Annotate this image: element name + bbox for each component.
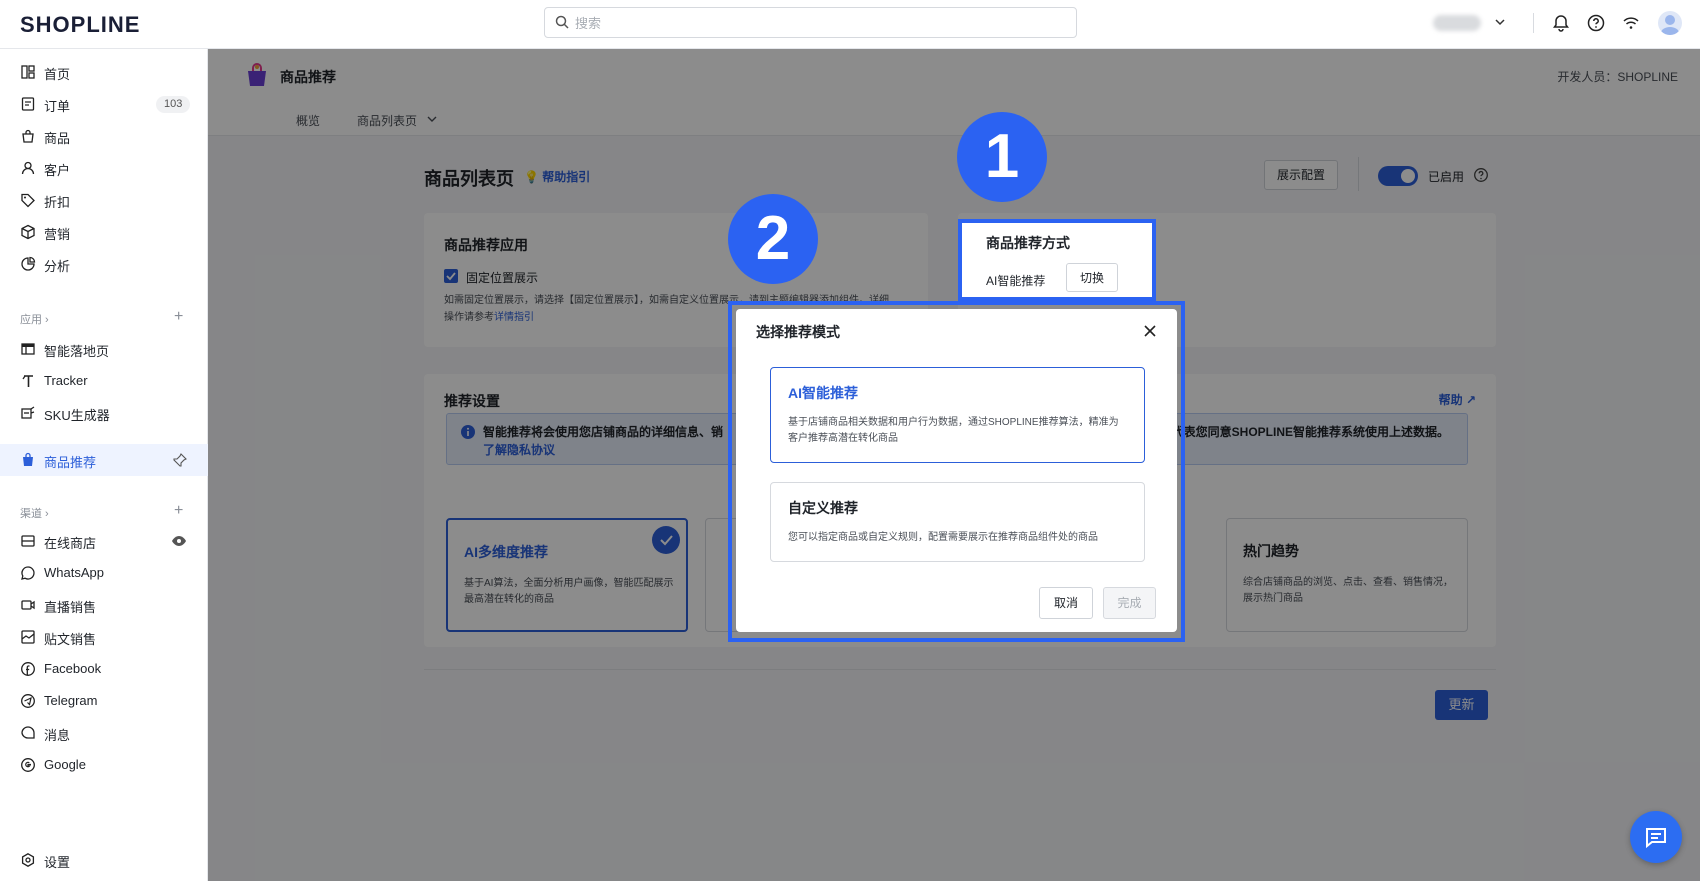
sidebar-item-live-sales[interactable]: 直播销售 [0,590,208,620]
sidebar-item-telegram[interactable]: Telegram [0,686,208,716]
sidebar-item-label: 分析 [44,259,71,274]
sidebar-item-google[interactable]: Google [0,750,208,780]
sidebar-item-products[interactable]: 商品 [0,121,208,151]
tag-icon [21,193,35,208]
user-avatar-icon [1661,15,1679,35]
sidebar-item-label: 设置 [44,855,71,870]
sidebar-item-label: 直播销售 [44,600,97,615]
avatar[interactable] [1658,11,1682,35]
tracker-icon [22,375,33,387]
wifi-icon[interactable] [1621,13,1641,33]
sidebar-item-label: 客户 [44,163,71,178]
sidebar-item-label: 消息 [44,728,71,743]
sidebar-item-landing-page[interactable]: 智能落地页 [0,334,208,364]
message-icon [21,726,35,739]
telegram-icon [21,694,35,708]
sidebar-item-label: 首页 [44,67,71,82]
user-icon [21,161,35,175]
channels-section-header[interactable]: 渠道 › [20,505,49,521]
annotation-number-2: 2 [728,194,818,284]
annotation-highlight-1 [958,219,1156,301]
sidebar-item-label: Google [44,757,86,772]
sidebar-item-label: SKU生成器 [44,408,110,423]
sidebar-item-home[interactable]: 首页 [0,57,208,87]
sidebar-item-settings[interactable]: 设置 [0,845,208,875]
sidebar-item-facebook[interactable]: Facebook [0,654,208,684]
order-icon [21,97,35,111]
chat-button[interactable] [1630,811,1682,863]
sku-icon [21,406,35,419]
bell-icon[interactable] [1551,13,1571,33]
sidebar-item-discounts[interactable]: 折扣 [0,185,208,215]
annotation-number-1: 1 [957,112,1047,202]
sidebar-item-whatsapp[interactable]: WhatsApp [0,558,208,588]
facebook-icon [21,662,35,676]
eye-icon[interactable] [171,534,187,548]
pin-icon[interactable] [173,453,187,467]
sidebar-item-label: 商品 [44,131,71,146]
sidebar-item-online-store[interactable]: 在线商店 [0,526,208,556]
add-channel-plus-icon[interactable]: + [174,503,183,519]
sidebar-item-tracker[interactable]: Tracker [0,366,208,396]
add-app-plus-icon[interactable]: + [174,309,183,325]
sidebar-item-post-sales[interactable]: 贴文销售 [0,622,208,652]
sidebar: 首页 订单 103 商品 客户 折扣 营销 分析 应用 › + 智能落地页 Tr… [0,49,208,881]
search-input[interactable] [575,12,1065,34]
chat-icon [1646,828,1666,849]
store-name-blurred [1433,15,1481,31]
sidebar-item-label: Facebook [44,661,102,676]
sidebar-item-messages[interactable]: 消息 [0,718,208,748]
sidebar-item-label: 贴文销售 [44,632,97,647]
sidebar-item-label: 营销 [44,227,71,242]
gear-icon [21,853,35,867]
layout-icon [21,343,35,355]
sidebar-item-orders[interactable]: 订单 103 [0,89,208,119]
sidebar-item-analytics[interactable]: 分析 [0,249,208,279]
sidebar-item-label: 折扣 [44,195,71,210]
order-count-badge: 103 [156,96,191,113]
live-icon [21,600,35,610]
post-icon [21,630,35,644]
grid-icon [21,65,35,79]
chevron-down-icon [1495,19,1505,26]
whatsapp-icon [21,566,35,580]
sidebar-item-label: Tracker [44,373,88,388]
store-selector[interactable] [1433,12,1511,34]
sidebar-item-label: 订单 [44,99,71,114]
shopline-logo[interactable]: SHOPLINE [20,12,140,38]
box-icon [21,224,35,240]
search-icon [555,15,569,29]
sidebar-item-sku-generator[interactable]: SKU生成器 [0,398,208,428]
google-icon [21,758,35,772]
help-icon[interactable] [1586,13,1606,33]
sidebar-item-marketing[interactable]: 营销 [0,217,208,247]
divider [1533,13,1534,33]
top-bar: SHOPLINE [0,0,1700,49]
search-box[interactable] [544,7,1077,38]
chart-pie-icon [21,256,36,271]
sidebar-item-customers[interactable]: 客户 [0,153,208,183]
sidebar-item-label: 智能落地页 [44,344,110,359]
sidebar-item-product-recommend[interactable]: 商品推荐 [0,444,208,476]
recommend-icon [23,452,33,466]
sidebar-item-label: 在线商店 [44,536,97,551]
annotation-highlight-2 [728,301,1185,642]
sidebar-item-label: WhatsApp [44,565,104,580]
bag-icon [22,129,34,143]
store-icon [21,535,35,547]
sidebar-item-label: 商品推荐 [44,455,97,470]
sidebar-item-label: Telegram [44,693,98,708]
apps-section-header[interactable]: 应用 › [20,311,49,327]
